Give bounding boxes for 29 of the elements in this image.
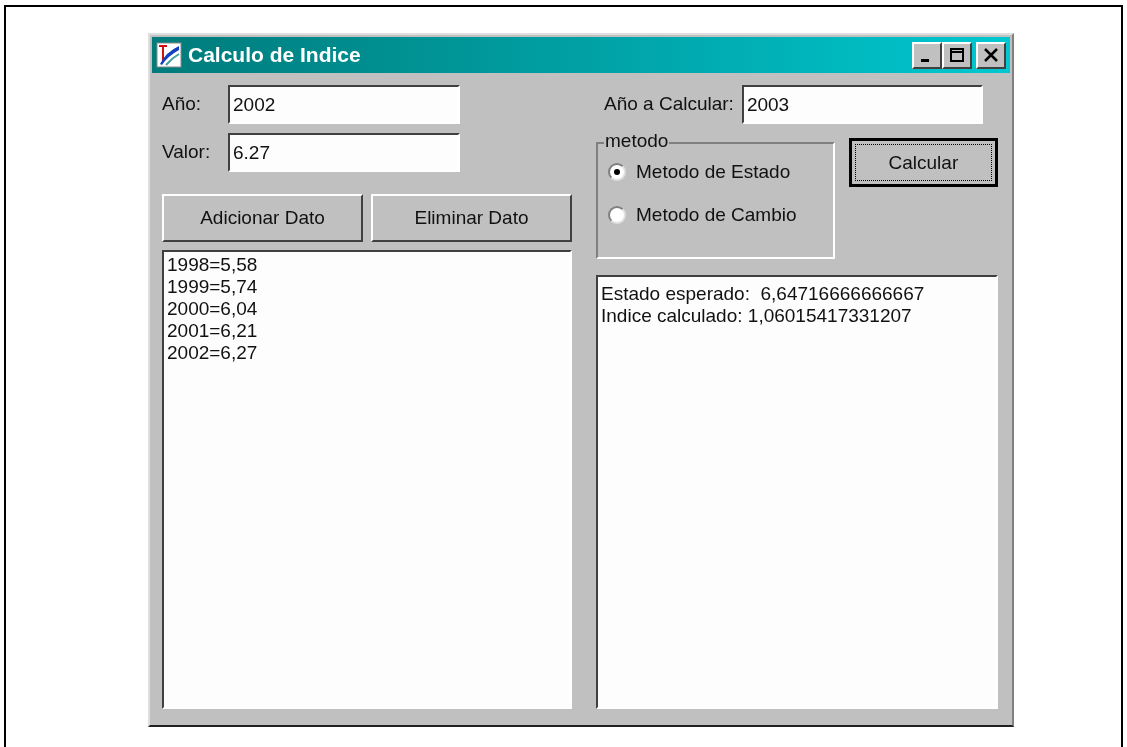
field-label: Año:: [162, 92, 203, 117]
window-title: Calculo de Indice: [188, 42, 362, 69]
data-listbox[interactable]: 1998=5,58 1999=5,74 2000=6,04 2001=6,21 2002=6,27: [162, 250, 572, 709]
calculate-button[interactable]: Calcular: [848, 138, 998, 187]
close-button[interactable]: [976, 41, 1006, 69]
input-field[interactable]: 6.27: [228, 133, 460, 172]
minimize-button[interactable]: [912, 41, 942, 69]
radio-label[interactable]: Metodo de Cambio: [636, 200, 797, 229]
list-item[interactable]: 2001=6,21: [167, 320, 567, 342]
radio-label[interactable]: Metodo de Estado: [636, 158, 791, 187]
list-item[interactable]: 2002=6,27: [167, 342, 567, 364]
input-field[interactable]: 2002: [228, 85, 460, 124]
action-button[interactable]: Adicionar Dato: [162, 194, 363, 242]
list-item[interactable]: 1999=5,74: [167, 276, 567, 298]
maximize-button[interactable]: [942, 41, 972, 69]
result-line: Estado esperado: 6,64716666666667: [601, 283, 926, 305]
result-line: Indice calculado: 1,06015417331207: [601, 305, 913, 327]
radio-button[interactable]: [608, 163, 626, 182]
maximize-icon: [949, 48, 965, 62]
close-icon: [983, 48, 999, 62]
radio-button[interactable]: [608, 205, 626, 224]
field-label: Año a Calcular:: [604, 92, 734, 117]
list-item[interactable]: 2000=6,04: [167, 298, 567, 320]
app-icon: [156, 42, 182, 68]
minimize-icon: [921, 58, 929, 62]
action-button[interactable]: Eliminar Dato: [371, 194, 572, 242]
input-field[interactable]: 2003: [741, 85, 983, 124]
field-label: Valor:: [162, 140, 212, 165]
list-item[interactable]: 1998=5,58: [167, 254, 567, 276]
